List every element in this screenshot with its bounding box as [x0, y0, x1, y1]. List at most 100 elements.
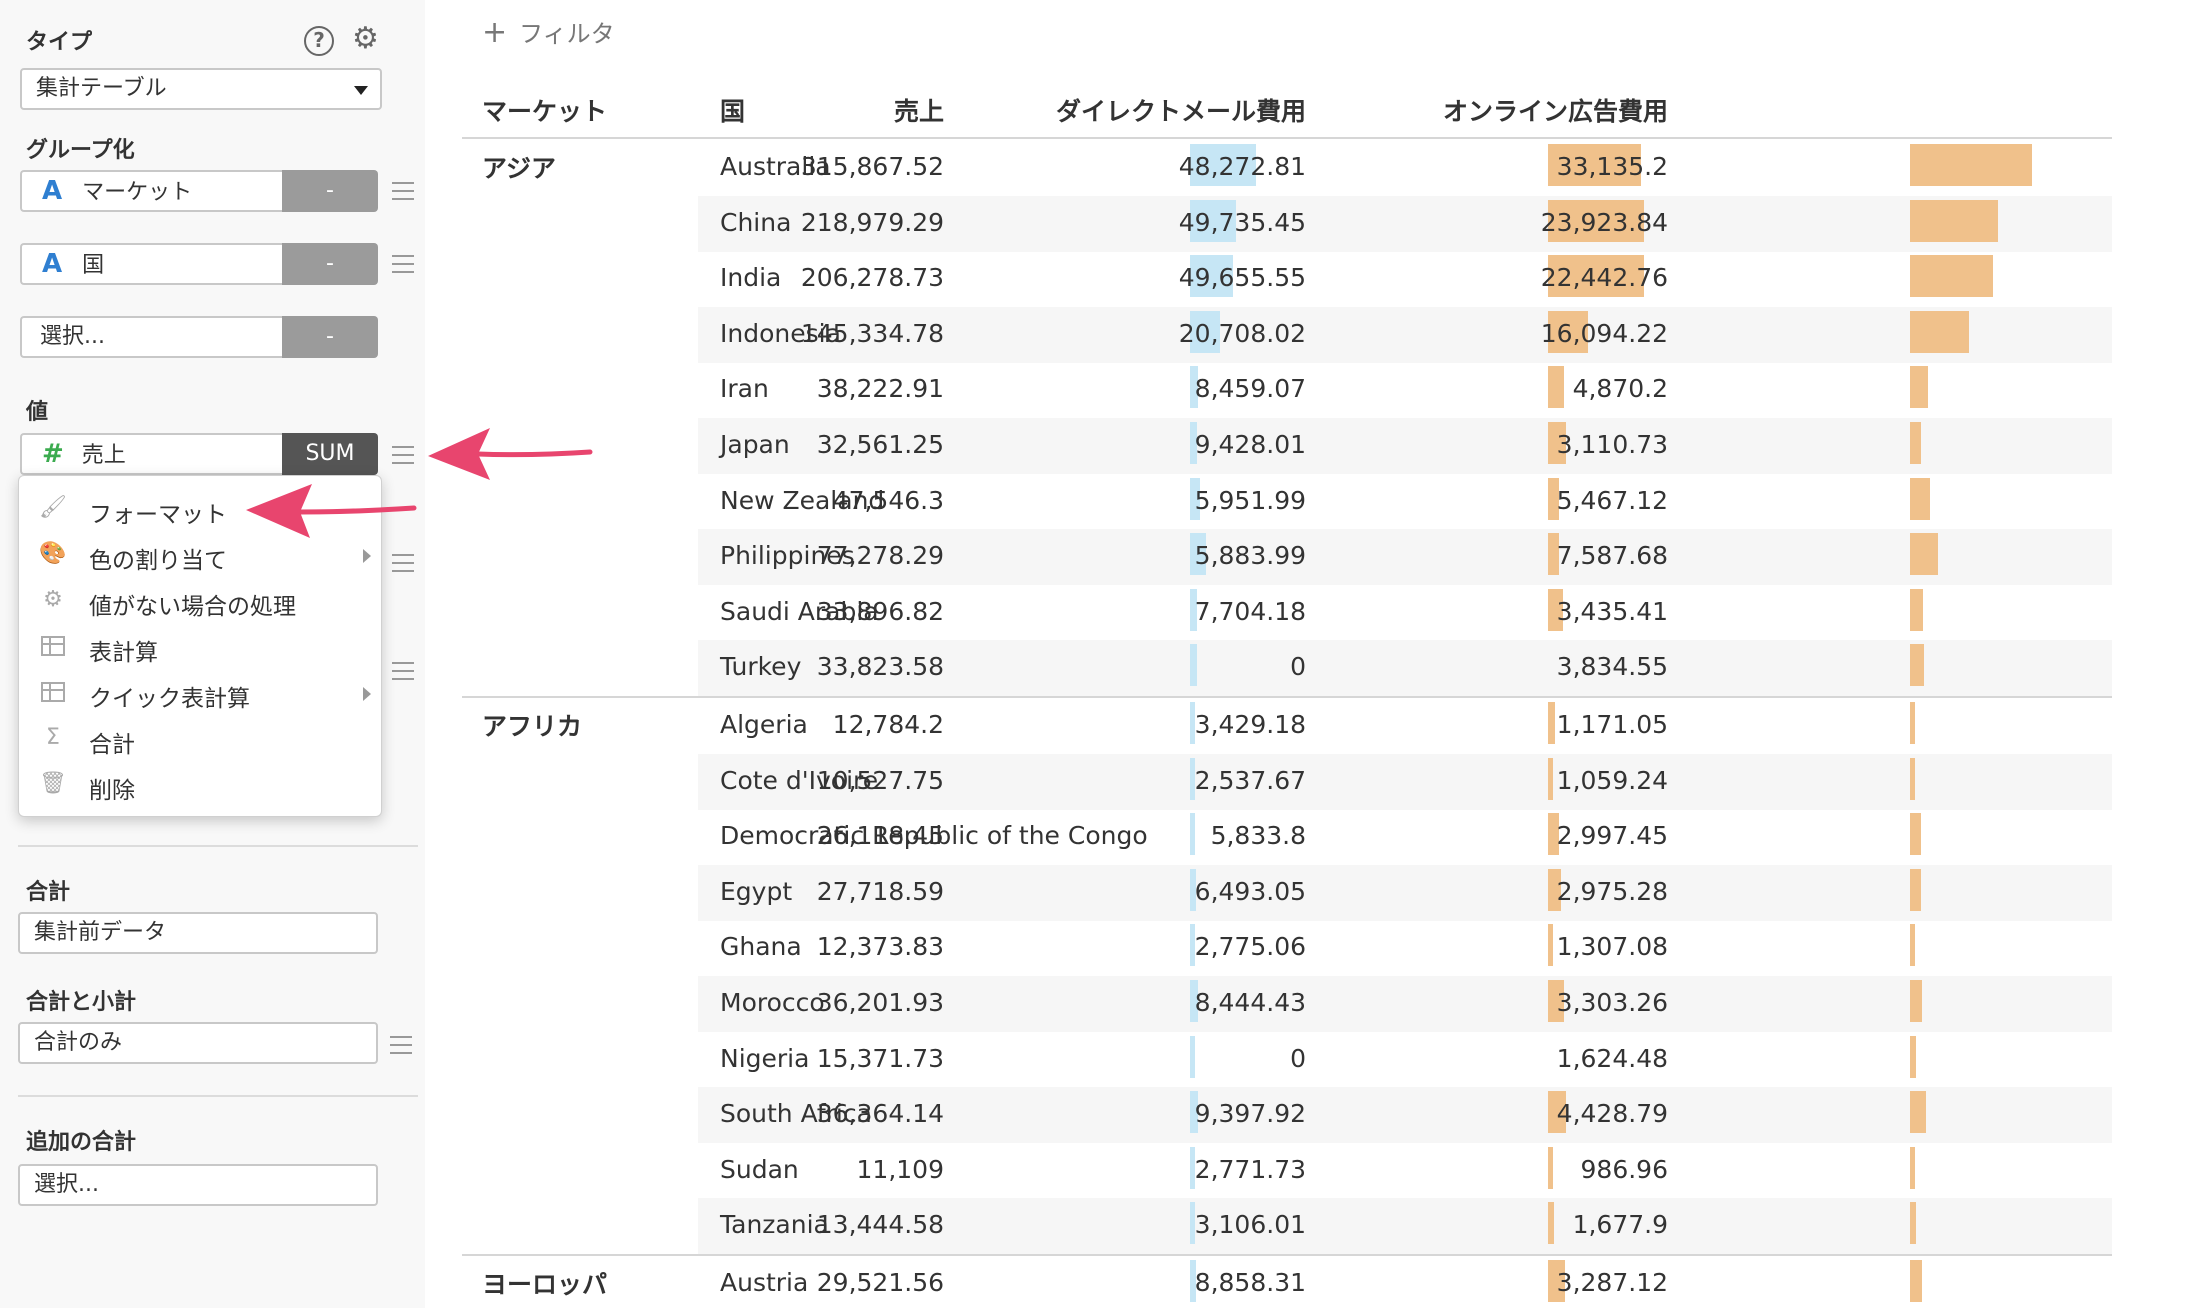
online-cost-cell: 33,135.2 [1556, 152, 1668, 181]
dm-cost-cell: 5,951.99 [1194, 485, 1306, 515]
sales-cell: 33,896.82 [816, 596, 944, 626]
value-field-sales-box[interactable]: # 売上 [20, 433, 282, 475]
drag-handle-icon[interactable] [392, 554, 414, 572]
menu-item-missing-values[interactable]: ⚙ 値がない場合の処理 [19, 578, 381, 624]
market-cell: アジア [482, 154, 557, 183]
menu-item-total[interactable]: Σ 合計 [19, 716, 381, 762]
sales-bar [1190, 644, 1197, 687]
sales-cell: 10,527.75 [816, 765, 944, 795]
online-cost-cell: 4,870.2 [1572, 374, 1668, 404]
menu-item-label: フォーマット [89, 502, 227, 528]
header-dm-cost[interactable]: ダイレクトメール費用 [1056, 92, 1306, 128]
dm-cost-cell: 49,735.45 [1178, 207, 1306, 237]
filter-label: フィルタ [519, 20, 615, 48]
table-icon [39, 678, 67, 706]
aggregation-sum-button[interactable]: SUM [282, 433, 378, 475]
total-select[interactable]: 集計前データ [18, 912, 378, 954]
dm-cost-cell: 9,397.92 [1194, 1099, 1306, 1129]
header-sales[interactable]: 売上 [894, 92, 944, 128]
extra-total-label: 追加の合計 [26, 1130, 137, 1155]
extra-total-select[interactable]: 選択... [18, 1164, 378, 1206]
online-cost-bar [1910, 1091, 1926, 1134]
dm-cost-cell: 2,771.73 [1194, 1154, 1306, 1184]
group-field-country[interactable]: A国 - [20, 243, 378, 285]
sales-cell: 206,278.73 [800, 263, 944, 293]
aggregation-button[interactable]: - [282, 316, 378, 358]
online-cost-bar [1910, 813, 1921, 856]
country-cell: Ghana [720, 932, 802, 962]
drag-handle-icon[interactable] [392, 255, 414, 273]
chevron-down-icon [354, 86, 368, 95]
online-cost-bar [1910, 310, 1969, 353]
dm-cost-cell: 2,537.67 [1194, 765, 1306, 795]
group-field-market[interactable]: A マーケット - [20, 170, 378, 212]
online-cost-cell: 23,923.84 [1540, 207, 1668, 237]
menu-item-label: クイック表計算 [89, 686, 250, 712]
gear-icon[interactable]: ⚙ [352, 24, 379, 54]
table-row: ヨーロッパ Austria 29,521.56 8,858.31 3,287.12 [462, 1256, 2112, 1308]
sales-cell: 315,867.52 [800, 152, 944, 181]
sales-cell: 32,561.25 [816, 430, 944, 459]
country-cell: Austria [720, 1268, 809, 1297]
gear-icon: ⚙ [43, 587, 63, 612]
add-filter-button[interactable]: + フィルタ [482, 14, 615, 50]
dm-cost-cell: 6,493.05 [1194, 876, 1306, 906]
value-field-sales[interactable]: # 売上 SUM [20, 433, 378, 475]
sales-cell: 33,823.58 [816, 652, 944, 682]
string-type-icon: A [42, 249, 63, 279]
online-cost-cell: 7,587.68 [1556, 541, 1668, 571]
country-cell: Morocco [720, 988, 825, 1017]
group-label: グループ化 [26, 138, 135, 163]
menu-item-quick-table-calc[interactable]: クイック表計算 [19, 670, 381, 716]
aggregation-button[interactable]: - [282, 243, 378, 285]
dm-cost-cell: 7,704.18 [1194, 596, 1306, 626]
group-field-placeholder: 選択... [40, 324, 105, 349]
online-cost-cell: 1,624.48 [1556, 1043, 1668, 1073]
drag-handle-icon[interactable] [392, 446, 414, 464]
table-row: Cote d'Ivoire 10,527.75 2,537.67 1,059.24 [462, 753, 2112, 810]
online-cost-bar [1910, 868, 1921, 911]
header-market[interactable]: マーケット [482, 92, 607, 128]
sales-cell: 38,222.91 [816, 374, 944, 404]
drag-handle-icon[interactable] [390, 1036, 412, 1054]
group-field-select[interactable]: 選択... - [20, 316, 378, 358]
online-cost-cell: 1,059.24 [1556, 765, 1668, 795]
sales-cell: 29,521.56 [816, 1268, 944, 1297]
table-row: South Africa 36,364.14 9,397.92 4,428.79 [462, 1087, 2112, 1144]
sales-bar [1190, 1035, 1195, 1078]
country-cell: China [720, 207, 792, 237]
divider [18, 1095, 418, 1097]
online-cost-cell: 3,110.73 [1556, 430, 1668, 459]
group-field-select-box[interactable]: 選択... [20, 316, 282, 358]
market-cell: ヨーロッパ [482, 1270, 608, 1299]
dm-cost-cell: 8,858.31 [1194, 1268, 1306, 1297]
table-row: Philippines 77,278.29 5,883.99 7,587.68 [462, 529, 2112, 586]
sales-cell: 36,201.93 [816, 988, 944, 1017]
country-cell: Iran [720, 374, 769, 404]
header-online-cost[interactable]: オンライン広告費用 [1443, 92, 1668, 128]
string-type-icon: A [42, 176, 63, 206]
subtotal-label: 合計と小計 [26, 990, 137, 1015]
online-cost-bar [1910, 980, 1922, 1022]
group-field-market-box[interactable]: A マーケット [20, 170, 282, 212]
aggregation-button[interactable]: - [282, 170, 378, 212]
sales-cell: 47,546.3 [832, 485, 944, 515]
online-cost-bar [1910, 255, 1993, 298]
help-icon[interactable]: ? [304, 26, 334, 56]
online-cost-bar [1910, 924, 1915, 967]
dm-cost-cell: 5,883.99 [1194, 541, 1306, 571]
sales-cell: 145,334.78 [800, 318, 944, 348]
annotation-arrow-icon [246, 484, 417, 538]
subtotal-select[interactable]: 合計のみ [18, 1022, 378, 1064]
group-field-country-box[interactable]: A国 [20, 243, 282, 285]
drag-handle-icon[interactable] [392, 662, 414, 680]
drag-handle-icon[interactable] [392, 182, 414, 200]
chevron-right-icon [363, 687, 371, 701]
online-cost-cell: 1,307.08 [1556, 932, 1668, 962]
header-country[interactable]: 国 [720, 92, 745, 128]
sales-cell: 11,109 [856, 1154, 944, 1184]
menu-item-delete[interactable]: 🗑 削除 [19, 762, 381, 808]
type-select[interactable]: 集計テーブル [20, 68, 382, 110]
online-cost-cell: 16,094.22 [1540, 318, 1668, 348]
menu-item-table-calc[interactable]: 表計算 [19, 624, 381, 670]
